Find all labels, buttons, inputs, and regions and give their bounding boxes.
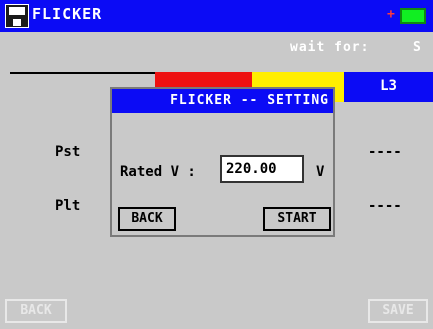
- wait-label: wait for:: [290, 40, 370, 55]
- wait-value: S: [413, 40, 421, 55]
- dialog-back-button[interactable]: BACK: [118, 207, 176, 231]
- tab-l3[interactable]: L3: [344, 72, 433, 102]
- pst-label: Pst: [55, 144, 81, 160]
- battery-icon: [400, 8, 426, 24]
- rated-voltage-input[interactable]: 220.00: [220, 155, 304, 183]
- rated-voltage-unit: V: [316, 164, 325, 180]
- plug-icon: +: [387, 7, 395, 22]
- save-disk-icon: [5, 4, 29, 28]
- save-button[interactable]: SAVE: [368, 299, 428, 323]
- plt-label: Plt: [55, 198, 81, 214]
- dialog-title: FLICKER -- SETTING: [112, 89, 333, 113]
- plt-value: ----: [368, 198, 402, 214]
- tab-baseline: [10, 72, 155, 74]
- dialog-start-button[interactable]: START: [263, 207, 331, 231]
- pst-value: ----: [368, 144, 402, 160]
- back-button[interactable]: BACK: [5, 299, 67, 323]
- rated-voltage-label: Rated V :: [120, 164, 196, 180]
- app-title: FLICKER: [32, 5, 103, 23]
